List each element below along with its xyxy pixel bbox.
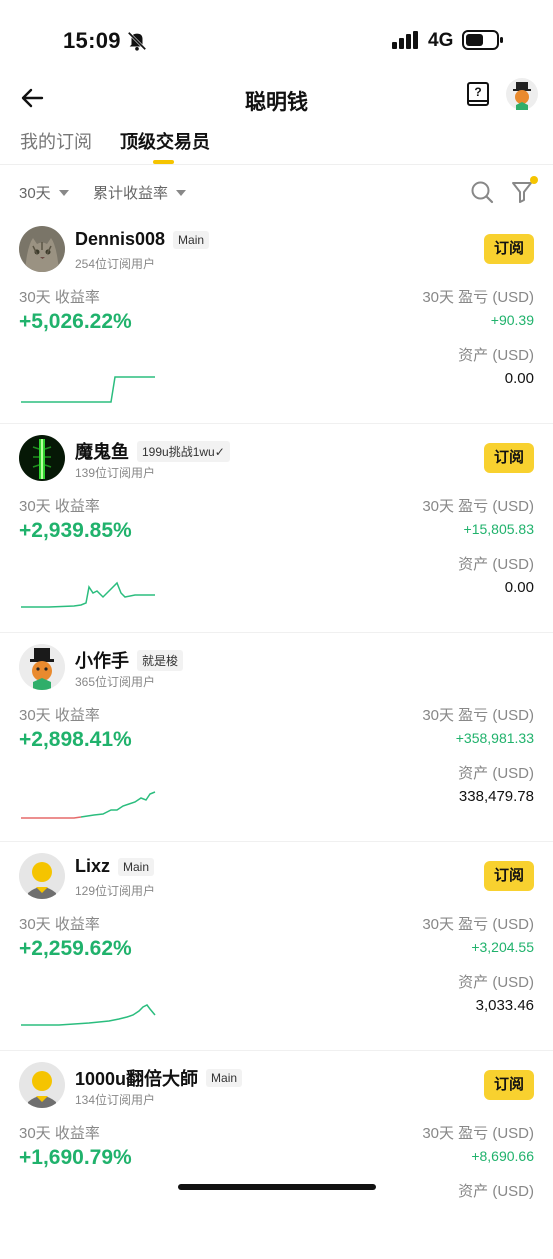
asset-label: 资产 (USD) bbox=[458, 556, 534, 573]
trader-card[interactable]: 魔鬼鱼 199u挑战1wu✓ 139位订阅用户 订阅 30天 收益率 +2,93… bbox=[0, 423, 553, 633]
search-icon[interactable] bbox=[470, 180, 494, 204]
pnl-label: 30天 盈亏 (USD) bbox=[422, 289, 534, 306]
return-label: 30天 收益率 bbox=[19, 1125, 100, 1142]
bell-muted-icon bbox=[127, 31, 147, 51]
trader-card[interactable]: Lixz Main 129位订阅用户 订阅 30天 收益率 +2,259.62%… bbox=[0, 841, 553, 1051]
asset-label: 资产 (USD) bbox=[458, 765, 534, 782]
trader-avatar-green-beam[interactable] bbox=[19, 435, 65, 481]
subscribe-button[interactable]: 订阅 bbox=[484, 443, 534, 473]
active-tab-indicator bbox=[153, 160, 174, 164]
pnl-value: +15,805.83 bbox=[463, 521, 534, 537]
tab-bar: 我的订阅 顶级交易员 bbox=[0, 126, 553, 165]
trader-name[interactable]: Lixz bbox=[75, 856, 110, 877]
trader-card[interactable]: 1000u翻倍大師 Main 134位订阅用户 订阅 30天 收益率 +1,69… bbox=[0, 1050, 553, 1259]
trader-card[interactable]: 小作手 就是梭 365位订阅用户 30天 收益率 +2,898.41% 30天 … bbox=[0, 632, 553, 842]
asset-value: 338,479.78 bbox=[458, 788, 534, 805]
metric-dropdown-label: 累计收益率 bbox=[93, 185, 169, 202]
subscriber-count: 129位订阅用户 bbox=[75, 884, 156, 898]
asset-value: 0.00 bbox=[504, 370, 534, 387]
asset-label: 资产 (USD) bbox=[458, 1183, 534, 1200]
pnl-label: 30天 盈亏 (USD) bbox=[422, 1125, 534, 1142]
trader-name[interactable]: 小作手 bbox=[75, 647, 129, 673]
trader-name[interactable]: Dennis008 bbox=[75, 229, 165, 250]
return-sparkline bbox=[21, 376, 155, 403]
tab-top-traders[interactable]: 顶级交易员 bbox=[120, 128, 210, 154]
filter-funnel-icon[interactable] bbox=[511, 180, 533, 204]
subscriber-count: 365位订阅用户 bbox=[75, 675, 156, 689]
return-sparkline bbox=[21, 581, 155, 608]
metric-dropdown[interactable]: 累计收益率 bbox=[93, 182, 187, 203]
pnl-label: 30天 盈亏 (USD) bbox=[422, 498, 534, 515]
trader-tag: Main bbox=[173, 230, 210, 249]
home-indicator[interactable] bbox=[178, 1184, 376, 1190]
asset-label: 资产 (USD) bbox=[458, 974, 534, 991]
trader-tag: Main bbox=[118, 857, 155, 876]
subscribe-button[interactable]: 订阅 bbox=[484, 234, 534, 264]
pnl-value: +3,204.55 bbox=[471, 939, 534, 955]
trader-tag: 199u挑战1wu✓ bbox=[137, 440, 230, 462]
return-value: +1,690.79% bbox=[19, 1146, 132, 1169]
network-type: 4G bbox=[428, 30, 454, 51]
user-avatar[interactable] bbox=[506, 78, 538, 110]
signal-icon bbox=[392, 31, 418, 49]
nav-header: 聪明钱 ? bbox=[0, 70, 553, 126]
return-value: +2,939.85% bbox=[19, 519, 132, 542]
pnl-value: +8,690.66 bbox=[471, 1148, 534, 1164]
trader-name[interactable]: 魔鬼鱼 bbox=[75, 438, 129, 464]
trader-name-row: 1000u翻倍大師 Main bbox=[75, 1065, 243, 1091]
svg-text:?: ? bbox=[474, 85, 481, 99]
filter-notification-dot bbox=[530, 176, 538, 184]
trader-name-row: 魔鬼鱼 199u挑战1wu✓ bbox=[75, 438, 230, 464]
return-label: 30天 收益率 bbox=[19, 289, 100, 306]
return-value: +5,026.22% bbox=[19, 310, 132, 333]
return-value: +2,259.62% bbox=[19, 937, 132, 960]
asset-value: 3,033.46 bbox=[475, 997, 534, 1014]
subscribe-button[interactable]: 订阅 bbox=[484, 1070, 534, 1100]
trader-card[interactable]: Dennis008 Main 254位订阅用户 订阅 30天 收益率 +5,02… bbox=[0, 214, 553, 424]
period-dropdown-label: 30天 bbox=[19, 185, 51, 202]
caret-down-icon bbox=[58, 189, 69, 196]
trader-avatar-default[interactable] bbox=[19, 853, 65, 899]
return-label: 30天 收益率 bbox=[19, 707, 100, 724]
pnl-label: 30天 盈亏 (USD) bbox=[422, 707, 534, 724]
subscriber-count: 134位订阅用户 bbox=[75, 1093, 156, 1107]
asset-value: 0.00 bbox=[504, 579, 534, 596]
filter-bar: 30天 累计收益率 bbox=[0, 170, 553, 214]
status-time: 15:09 bbox=[63, 28, 121, 53]
asset-label: 资产 (USD) bbox=[458, 347, 534, 364]
trader-name-row: Lixz Main bbox=[75, 856, 155, 877]
subscriber-count: 254位订阅用户 bbox=[75, 257, 156, 271]
subscriber-count: 139位订阅用户 bbox=[75, 466, 156, 480]
return-sparkline bbox=[21, 1004, 156, 1026]
battery-icon bbox=[462, 30, 503, 50]
status-bar: 15:09 4G bbox=[0, 0, 553, 80]
pnl-value: +90.39 bbox=[490, 312, 534, 328]
trader-tag: Main bbox=[206, 1069, 243, 1087]
return-value: +2,898.41% bbox=[19, 728, 132, 751]
subscribe-button[interactable]: 订阅 bbox=[484, 861, 534, 891]
return-label: 30天 收益率 bbox=[19, 916, 100, 933]
trader-avatar-default[interactable] bbox=[19, 1062, 65, 1108]
guide-book-icon[interactable]: ? bbox=[465, 81, 491, 109]
trader-name-row: Dennis008 Main bbox=[75, 229, 210, 250]
tab-my-subscriptions[interactable]: 我的订阅 bbox=[20, 128, 92, 154]
return-label: 30天 收益率 bbox=[19, 498, 100, 515]
pnl-value: +358,981.33 bbox=[455, 730, 534, 746]
trader-name-row: 小作手 就是梭 bbox=[75, 647, 184, 673]
trader-name[interactable]: 1000u翻倍大師 bbox=[75, 1065, 198, 1091]
trader-tag: 就是梭 bbox=[137, 649, 184, 671]
trader-avatar-cat[interactable] bbox=[19, 226, 65, 272]
trader-avatar-top-hat[interactable] bbox=[19, 644, 65, 690]
period-dropdown[interactable]: 30天 bbox=[19, 182, 69, 203]
return-sparkline bbox=[21, 791, 156, 819]
caret-down-icon bbox=[176, 189, 187, 196]
pnl-label: 30天 盈亏 (USD) bbox=[422, 916, 534, 933]
